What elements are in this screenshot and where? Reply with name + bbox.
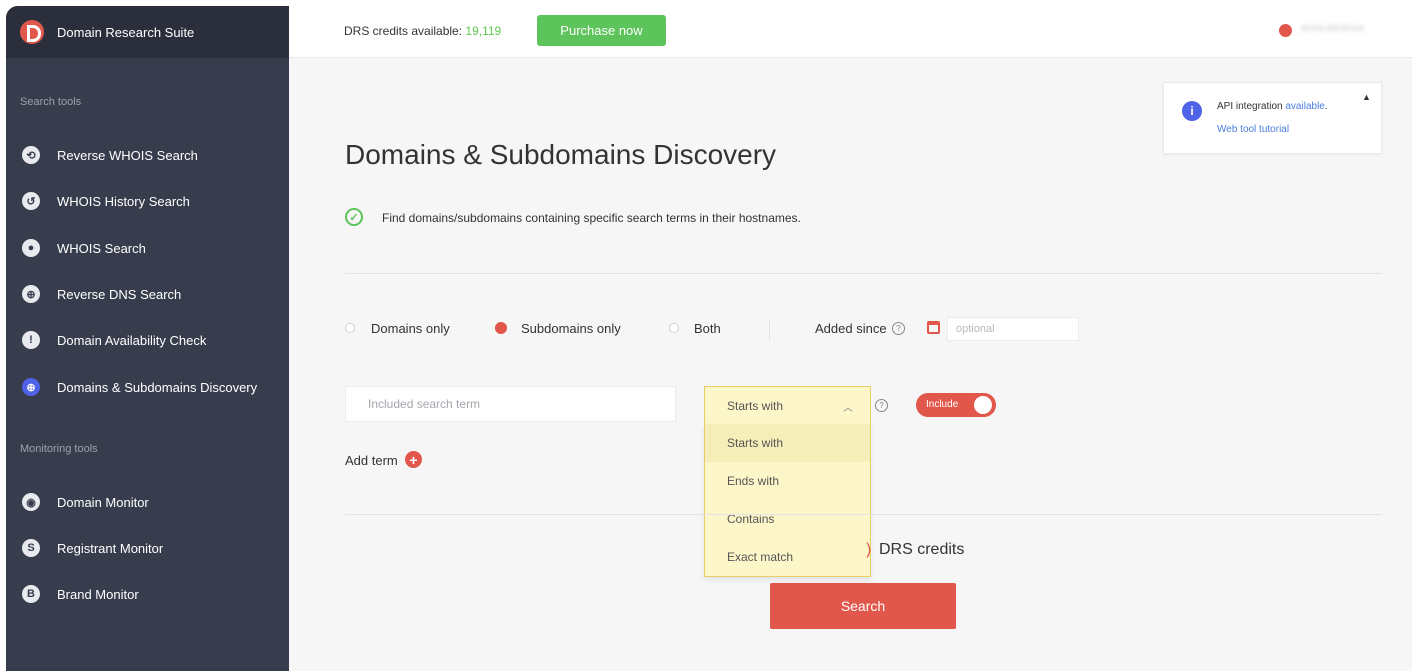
sidebar-item-whois-history[interactable]: ↺ WHOIS History Search — [6, 186, 289, 216]
dropdown-option-starts-with[interactable]: Starts with — [705, 424, 870, 462]
radio-both[interactable] — [669, 323, 679, 333]
match-help-icon[interactable]: ? — [875, 399, 888, 412]
credits-label: DRS credits available: — [344, 24, 466, 38]
sidebar-item-label: Reverse WHOIS Search — [57, 147, 198, 163]
info-icon: i — [1182, 101, 1202, 121]
chevron-up-icon: ︿ — [843, 403, 853, 414]
sidebar-item-registrant-monitor[interactable]: S Registrant Monitor — [6, 533, 289, 563]
brand-header[interactable]: Domain Research Suite — [6, 6, 289, 58]
page-description: Find domains/subdomains containing speci… — [382, 211, 801, 225]
divider — [345, 514, 1382, 515]
sidebar-item-label: Brand Monitor — [57, 586, 139, 602]
add-term-label[interactable]: Add term — [345, 453, 398, 468]
globe-icon: ⊕ — [22, 285, 40, 303]
added-since-date-input[interactable] — [947, 317, 1079, 341]
sidebar-item-reverse-whois[interactable]: ⟲ Reverse WHOIS Search — [6, 140, 289, 170]
dropdown-option-contains[interactable]: Contains — [705, 500, 870, 538]
match-type-select[interactable]: Starts with ︿ — [704, 386, 871, 424]
include-toggle-label: Include — [926, 399, 959, 410]
include-toggle[interactable]: Include — [916, 393, 996, 417]
sidebar-item-label: WHOIS History Search — [57, 193, 190, 209]
credits-available: DRS credits available: 19,119 — [344, 24, 501, 38]
whois-history-icon: ↺ — [22, 192, 40, 210]
brand-monitor-icon: B — [22, 585, 40, 603]
sidebar-item-label: Registrant Monitor — [57, 540, 164, 556]
radio-label-subdomains-only[interactable]: Subdomains only — [521, 321, 621, 336]
sidebar-item-brand-monitor[interactable]: B Brand Monitor — [6, 579, 289, 609]
top-bar: DRS credits available: 19,119 Purchase n… — [289, 6, 1412, 58]
filter-separator — [769, 319, 770, 341]
collapse-caret-icon[interactable]: ▲ — [1362, 92, 1371, 102]
add-plus-icon[interactable]: + — [405, 451, 422, 468]
radio-label-domains-only[interactable]: Domains only — [371, 321, 450, 336]
app-name: Domain Research Suite — [57, 24, 195, 40]
whois-search-icon: ● — [22, 239, 40, 257]
radio-subdomains-only[interactable] — [495, 322, 507, 334]
dropdown-option-exact-match[interactable]: Exact match — [705, 538, 870, 576]
radio-domains-only[interactable] — [345, 323, 355, 333]
sidebar-item-label: Domains & Subdomains Discovery — [57, 379, 258, 395]
search-tools-label: Search tools — [20, 96, 82, 108]
availability-icon: ! — [22, 331, 40, 349]
page-title: Domains & Subdomains Discovery — [345, 139, 777, 170]
credits-value: 19,119 — [465, 24, 502, 38]
registrant-monitor-icon: S — [22, 539, 40, 557]
user-icon[interactable] — [1279, 24, 1292, 37]
sidebar-item-label: Domain Monitor — [57, 494, 149, 510]
radio-label-both[interactable]: Both — [694, 321, 721, 336]
sidebar: Domain Research Suite Search tools ⟲ Rev… — [6, 6, 289, 671]
api-integration-label: API integration — [1217, 101, 1286, 112]
api-integration-text: API integration available. — [1217, 101, 1328, 112]
help-icon[interactable]: ? — [892, 322, 905, 335]
sidebar-item-domain-monitor[interactable]: ◉ Domain Monitor — [6, 487, 289, 517]
api-available-link[interactable]: available — [1285, 101, 1324, 112]
calendar-icon[interactable] — [927, 321, 940, 334]
reverse-whois-icon: ⟲ — [22, 146, 40, 164]
api-period: . — [1324, 101, 1328, 112]
dropdown-option-ends-with[interactable]: Ends with — [705, 462, 870, 500]
sidebar-item-label: Reverse DNS Search — [57, 286, 182, 302]
sidebar-item-subdomains-discovery[interactable]: ⊕ Domains & Subdomains Discovery — [6, 372, 289, 402]
included-search-term-input[interactable] — [345, 386, 676, 422]
sidebar-item-reverse-dns[interactable]: ⊕ Reverse DNS Search — [6, 279, 289, 309]
credit-cost-value: ) — [866, 541, 872, 558]
app-frame: Domain Research Suite Search tools ⟲ Rev… — [6, 6, 1412, 671]
match-type-selected: Starts with — [727, 399, 784, 413]
user-name[interactable]: anna.danilova — [1301, 23, 1383, 35]
toggle-knob — [974, 396, 992, 414]
monitoring-tools-label: Monitoring tools — [20, 443, 98, 455]
sidebar-item-whois-search[interactable]: ● WHOIS Search — [6, 233, 289, 263]
sidebar-item-domain-availability[interactable]: ! Domain Availability Check — [6, 325, 289, 355]
added-since-label: Added since — [815, 321, 887, 336]
search-button[interactable]: Search — [770, 583, 956, 629]
sidebar-item-label: Domain Availability Check — [57, 332, 207, 348]
domain-monitor-icon: ◉ — [22, 493, 40, 511]
api-info-panel: i API integration available. Web tool tu… — [1163, 82, 1382, 154]
web-tool-tutorial-link[interactable]: Web tool tutorial — [1217, 124, 1289, 135]
sidebar-item-label: WHOIS Search — [57, 240, 146, 256]
check-circle-icon: ✓ — [345, 208, 363, 226]
purchase-button[interactable]: Purchase now — [537, 15, 666, 46]
discovery-globe-icon: ⊕ — [22, 378, 40, 396]
divider — [345, 273, 1382, 274]
brand-logo-icon — [20, 20, 44, 44]
credit-cost-label: DRS credits — [879, 541, 965, 558]
match-type-dropdown: Starts with Ends with Contains Exact mat… — [704, 424, 871, 577]
